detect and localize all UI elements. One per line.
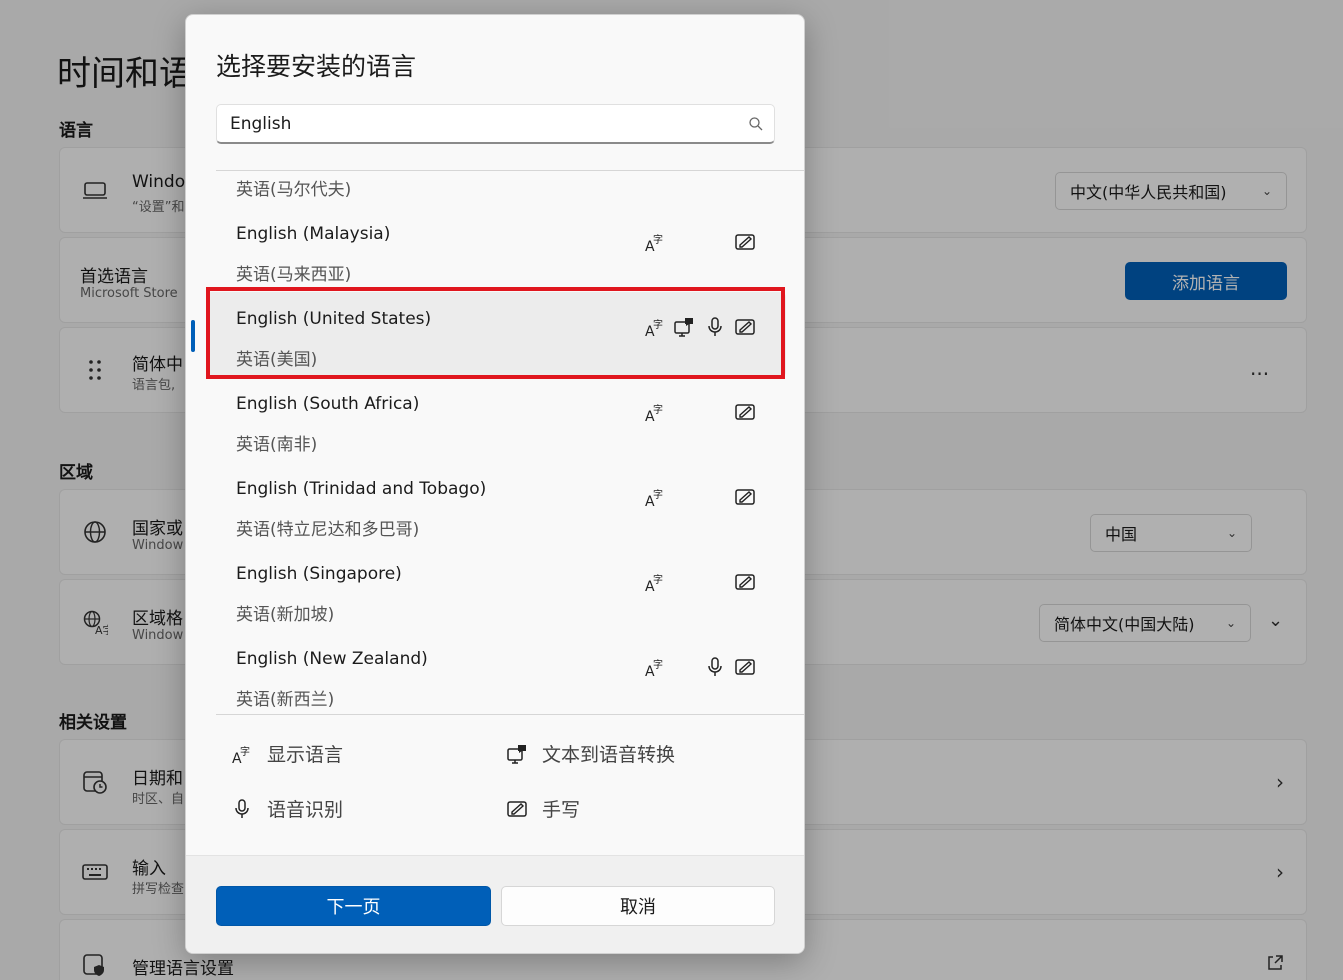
handwriting-icon xyxy=(734,316,756,338)
display-language-icon: A字 xyxy=(644,656,666,678)
language-name: English (Trinidad and Tobago) xyxy=(236,479,487,499)
legend-text-to-speech: 文本到语音转换 xyxy=(506,740,675,767)
text-to-speech-icon xyxy=(673,316,695,338)
legend-label: 显示语言 xyxy=(267,744,344,766)
language-native-name: 英语(新西兰) xyxy=(236,690,335,710)
microphone-icon xyxy=(231,798,253,820)
next-button[interactable]: 下一页 xyxy=(216,886,491,926)
display-language-icon: A字 xyxy=(644,231,666,253)
display-language-icon: A字 xyxy=(644,316,666,338)
handwriting-icon xyxy=(734,401,756,423)
language-item[interactable]: English (South Africa) 英语(南非) A 字 xyxy=(206,377,786,462)
svg-text:字: 字 xyxy=(653,488,663,501)
search-icon[interactable] xyxy=(748,116,764,132)
language-item[interactable]: English (New Zealand) 英语(新西兰) A 字 xyxy=(206,632,786,714)
handwriting-icon xyxy=(734,486,756,508)
handwriting-icon xyxy=(734,231,756,253)
choose-language-dialog: 选择要安装的语言 英语(马尔代夫) English (Malaysia) 英语(马来… xyxy=(185,14,805,954)
language-native-name: 英语(马尔代夫) xyxy=(236,180,352,200)
microphone-icon xyxy=(704,656,726,678)
language-native-name: 英语(美国) xyxy=(236,350,318,370)
display-language-icon: A字 xyxy=(644,571,666,593)
feature-legend: A字 显示语言 文本到语音转换 语音识别 手写 xyxy=(186,715,804,855)
svg-text:字: 字 xyxy=(240,745,250,758)
svg-text:字: 字 xyxy=(653,403,663,416)
svg-text:字: 字 xyxy=(653,318,663,331)
svg-text:字: 字 xyxy=(653,573,663,586)
language-list[interactable]: 英语(马尔代夫) English (Malaysia) 英语(马来西亚) A 字 Engl… xyxy=(186,171,804,714)
handwriting-icon xyxy=(506,798,528,820)
handwriting-icon xyxy=(734,656,756,678)
language-name: English (Malaysia) xyxy=(236,224,391,244)
dialog-title: 选择要安装的语言 xyxy=(216,52,417,81)
language-name: English (Singapore) xyxy=(236,564,402,584)
legend-display-language: A字 显示语言 xyxy=(231,740,343,767)
display-language-icon: A字 xyxy=(644,401,666,423)
display-language-icon: A字 xyxy=(644,486,666,508)
legend-label: 文本到语音转换 xyxy=(542,744,676,766)
text-to-speech-icon xyxy=(506,743,528,765)
language-native-name: 英语(新加坡) xyxy=(236,605,335,625)
handwriting-icon xyxy=(734,571,756,593)
svg-text:字: 字 xyxy=(653,233,663,246)
language-item[interactable]: English (Trinidad and Tobago) 英语(特立尼达和多巴哥… xyxy=(206,462,786,547)
selection-indicator xyxy=(191,320,195,352)
legend-speech-recognition: 语音识别 xyxy=(231,795,343,822)
search-input[interactable] xyxy=(230,113,730,135)
display-language-icon: A字 xyxy=(231,743,253,765)
legend-label: 手写 xyxy=(542,799,581,821)
legend-handwriting: 手写 xyxy=(506,795,580,822)
language-native-name: 英语(特立尼达和多巴哥) xyxy=(236,520,420,540)
language-item[interactable]: English (United States) 英语(美国) A 字 xyxy=(191,292,786,377)
cancel-button[interactable]: 取消 xyxy=(501,886,775,926)
language-item[interactable]: 英语(马尔代夫) xyxy=(206,171,786,207)
microphone-icon xyxy=(704,316,726,338)
language-native-name: 英语(南非) xyxy=(236,435,318,455)
language-name: English (United States) xyxy=(236,309,432,329)
search-box[interactable] xyxy=(216,104,775,144)
dialog-footer: 下一页 取消 xyxy=(186,855,804,953)
language-name: English (New Zealand) xyxy=(236,649,428,669)
language-name: English (South Africa) xyxy=(236,394,420,414)
svg-text:字: 字 xyxy=(653,658,663,671)
language-item[interactable]: English (Malaysia) 英语(马来西亚) A 字 xyxy=(206,207,786,292)
language-native-name: 英语(马来西亚) xyxy=(236,265,352,285)
language-item[interactable]: English (Singapore) 英语(新加坡) A 字 xyxy=(206,547,786,632)
legend-label: 语音识别 xyxy=(267,799,344,821)
